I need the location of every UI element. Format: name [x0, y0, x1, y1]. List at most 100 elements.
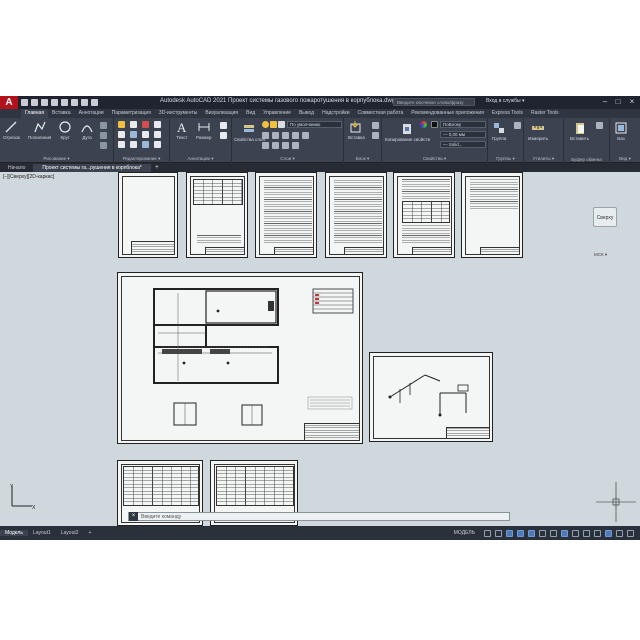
print-icon[interactable] — [71, 99, 78, 106]
ribbon-tab[interactable]: Главная — [21, 109, 49, 118]
dimension-button[interactable]: Размер — [196, 120, 211, 140]
layout-tab[interactable]: Модель — [0, 530, 28, 536]
polar-icon[interactable] — [517, 529, 524, 537]
current-layer-select[interactable]: По умолчанию — [287, 121, 342, 128]
explode-icon[interactable] — [154, 131, 161, 138]
ribbon-tab[interactable]: 3D-инструменты — [155, 109, 201, 118]
workspace-icon[interactable] — [594, 529, 601, 537]
ribbon-tab[interactable]: Вывод — [295, 109, 318, 118]
layer-match-icon[interactable] — [262, 132, 269, 139]
layers-group-label[interactable]: Слои ▾ — [232, 156, 343, 162]
redo-icon[interactable] — [91, 99, 98, 106]
sheet-4[interactable] — [325, 172, 387, 258]
base-view-button[interactable]: Баз — [614, 121, 628, 141]
move-icon[interactable] — [118, 121, 125, 128]
block-group-label[interactable]: Блок ▾ — [344, 156, 381, 162]
copy-icon[interactable] — [118, 131, 125, 138]
layer-properties-button[interactable]: Свойства слоя — [234, 122, 265, 142]
polyline-button[interactable]: Полилиния — [28, 120, 51, 140]
color-select[interactable]: ПоБлоку — [440, 121, 486, 128]
layer-copy-icon[interactable] — [272, 142, 279, 149]
new-tab-icon[interactable]: + — [151, 164, 163, 172]
circle-button[interactable]: Круг — [58, 120, 72, 140]
viewcube[interactable]: Сверху — [590, 202, 620, 232]
model-space-toggle[interactable]: МОДЕЛЬ — [449, 530, 480, 536]
ribbon-tab[interactable]: Raster Tools — [527, 109, 563, 118]
transparency-icon[interactable] — [561, 529, 568, 537]
rectangle-icon[interactable] — [100, 122, 107, 129]
document-tab[interactable]: Проект системы га...рушения в корпблока* — [34, 164, 151, 172]
modify-group-label[interactable]: Редактирование ▾ — [114, 156, 169, 162]
hardware-acceleration-icon[interactable] — [616, 529, 623, 537]
app-logo-icon[interactable]: A — [0, 96, 18, 109]
drawing-canvas[interactable]: [–][Сверху][2D-каркас] Сверху МСК ▾ Y X … — [0, 172, 640, 526]
ribbon-tab[interactable]: Рекомендованные приложения — [407, 109, 488, 118]
erase-icon[interactable] — [154, 121, 161, 128]
layout-tab[interactable]: Layout2 — [56, 530, 84, 536]
web-mobile-icon[interactable] — [61, 99, 68, 106]
properties-group-label[interactable]: Свойства ▾ — [382, 156, 487, 162]
rotate-icon[interactable] — [130, 121, 137, 128]
minimize-icon[interactable]: – — [600, 97, 610, 107]
clean-screen-icon[interactable] — [627, 529, 634, 537]
save-icon[interactable] — [41, 99, 48, 106]
sheet-3[interactable] — [255, 172, 317, 258]
ribbon-tab[interactable]: Управление — [259, 109, 295, 118]
grid-icon[interactable] — [484, 529, 491, 537]
table-icon[interactable] — [220, 132, 227, 139]
color-wheel-icon[interactable] — [420, 121, 427, 128]
create-block-icon[interactable] — [372, 122, 379, 129]
annotation-scale-icon[interactable] — [583, 529, 590, 537]
ribbon-tab[interactable]: Вставка — [48, 109, 75, 118]
leader-icon[interactable] — [220, 122, 227, 129]
lineweight-select[interactable]: — 0,00 мм — [440, 131, 486, 138]
stretch-icon[interactable] — [118, 141, 125, 148]
selection-cycling-icon[interactable] — [572, 529, 579, 537]
ribbon-tab[interactable]: Надстройки — [318, 109, 353, 118]
measure-button[interactable]: Измерить — [528, 121, 548, 141]
close-icon[interactable]: × — [627, 97, 637, 107]
viewcube-face-top[interactable]: Сверху — [593, 207, 617, 227]
layer-walk-icon[interactable] — [302, 132, 309, 139]
document-tab[interactable]: Начало — [0, 164, 35, 172]
otrack-icon[interactable] — [539, 529, 546, 537]
layer-merge-icon[interactable] — [282, 142, 289, 149]
view-group-label[interactable]: Вид ▾ — [610, 156, 640, 162]
wcs-menu[interactable]: МСК ▾ — [594, 252, 607, 258]
insert-block-button[interactable]: Вставка — [348, 120, 365, 140]
ribbon-tab[interactable]: Визуализация — [201, 109, 242, 118]
ribbon-tab[interactable]: Express Tools — [488, 109, 527, 118]
layer-previous-icon[interactable] — [262, 142, 269, 149]
array-icon[interactable] — [142, 141, 149, 148]
ribbon-tab[interactable]: Аннотации — [75, 109, 108, 118]
edit-block-icon[interactable] — [372, 132, 379, 139]
ribbon-tab[interactable]: Параметризация — [108, 109, 155, 118]
layer-isolate-icon[interactable] — [272, 132, 279, 139]
command-close-icon[interactable]: × — [129, 512, 138, 521]
gradient-icon[interactable] — [100, 142, 107, 149]
layer-freeze-icon[interactable] — [270, 121, 277, 128]
hatch-icon[interactable] — [100, 132, 107, 139]
isolate-icon[interactable] — [605, 529, 612, 537]
paste-button[interactable]: Вставить — [570, 121, 589, 141]
snap-icon[interactable] — [495, 529, 502, 537]
sheet-1[interactable] — [118, 172, 178, 258]
linetype-select[interactable]: — Solid... — [440, 141, 486, 148]
viewport-controls[interactable]: [–][Сверху][2D-каркас] — [3, 174, 54, 180]
ribbon-tab[interactable]: Совместная работа — [354, 109, 408, 118]
draw-group-label[interactable]: Рисование ▾ — [0, 156, 113, 162]
isometric-sheet[interactable] — [369, 352, 493, 442]
groups-group-label[interactable]: Группы ▾ — [488, 156, 523, 162]
fillet-icon[interactable] — [142, 131, 149, 138]
maximize-icon[interactable]: □ — [613, 97, 623, 107]
save-as-icon[interactable] — [51, 99, 58, 106]
utilities-group-label[interactable]: Утилиты ▾ — [524, 156, 563, 162]
ribbon-tab[interactable]: Вид — [242, 109, 259, 118]
layer-lock-icon[interactable] — [278, 121, 285, 128]
open-file-icon[interactable] — [31, 99, 38, 106]
layer-off-icon[interactable] — [282, 132, 289, 139]
trim-icon[interactable] — [142, 121, 149, 128]
annotation-group-label[interactable]: Аннотации ▾ — [170, 156, 231, 162]
command-line[interactable]: × Введите команду — [128, 512, 510, 521]
new-file-icon[interactable] — [21, 99, 28, 106]
